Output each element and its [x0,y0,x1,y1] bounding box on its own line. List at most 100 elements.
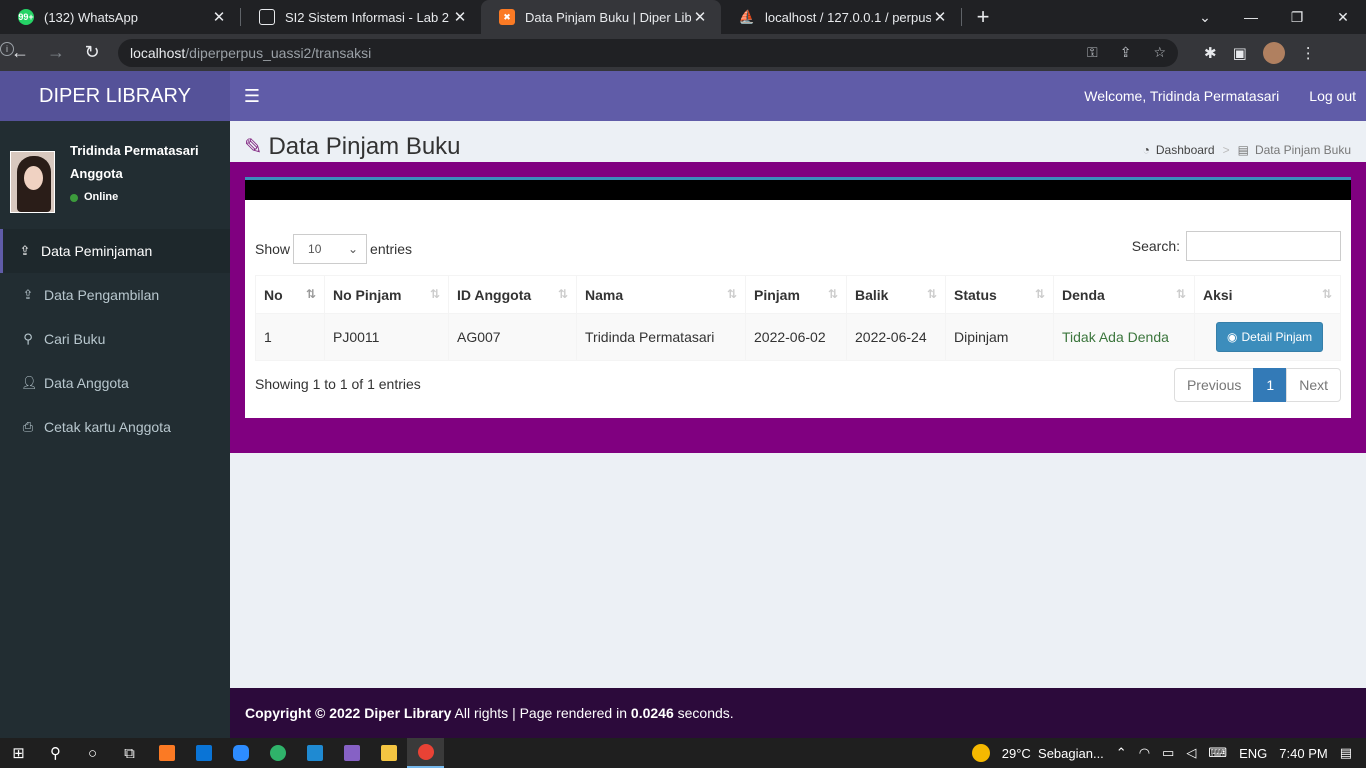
classroom-icon [259,9,275,25]
battery-icon[interactable]: ▭ [1162,745,1174,761]
sidebar-item-data-peminjaman[interactable]: ⇪ Data Peminjaman [0,229,230,273]
column-header-pinjam[interactable]: Pinjam ⇅ [745,275,847,314]
sidebar-item-label: Cari Buku [44,331,106,347]
cell-no: 1 [255,313,325,361]
chevron-up-icon[interactable]: ⌃ [1116,745,1127,761]
close-icon[interactable]: ✕ [931,8,949,26]
page-size-select[interactable]: 10 ⌄ [293,234,368,264]
logout-link[interactable]: Log out [1309,88,1356,104]
sidebar-item-data-pengambilan[interactable]: ⇪ Data Pengambilan [0,273,230,317]
extensions-icon[interactable]: ✱ [1204,44,1217,62]
new-tab-button[interactable]: + [968,0,998,34]
sidebar-item-data-anggota[interactable]: 👤︎ Data Anggota [0,361,230,405]
reload-button[interactable]: ↻ [76,37,108,69]
sidebar-menu: ⇪ Data Peminjaman ⇪ Data Pengambilan ⚲ C… [0,229,230,449]
volume-icon[interactable]: ◁ [1186,745,1196,761]
menu-dots-icon[interactable]: ⋮ [1301,44,1316,62]
key-icon[interactable]: ⚿ [1087,44,1098,61]
cell-pinjam: 2022-06-02 [745,313,847,361]
edit-icon: ✎ [244,134,263,159]
cortana-icon[interactable]: ○ [74,738,111,768]
column-header-no-pinjam[interactable]: No Pinjam ⇅ [324,275,449,314]
browser-tab-whatsapp[interactable]: 99+ (132) WhatsApp ✕ [0,0,240,34]
xampp-icon[interactable] [148,738,185,768]
welcome-text[interactable]: Welcome, Tridinda Permatasari [1084,88,1279,104]
dashboard-icon: ◔ [1142,143,1150,157]
table-header-row: No ⇅ No Pinjam ⇅ ID Anggota ⇅ Nama ⇅ Pinjam ⇅… [255,275,1341,314]
column-header-aksi[interactable]: Aksi ⇅ [1194,275,1341,314]
address-bar[interactable]: i localhost/diperperpus_uassi2/transaksi… [0,38,1178,67]
browser-tab-data-pinjam[interactable]: ✖ Data Pinjam Buku | Diper Library ✕ [481,0,721,34]
table-info: Showing 1 to 1 of 1 entries [255,376,421,392]
language-indicator[interactable]: ENG [1239,746,1267,761]
clock[interactable]: 7:40 PM [1279,746,1327,761]
mail-icon[interactable] [185,738,222,768]
task-view-icon[interactable]: ⧉ [111,738,148,768]
keyboard-icon[interactable]: ⌨ [1208,745,1227,761]
notification-icon[interactable]: ▤ [1340,745,1352,761]
sidebar: Tridinda Permatasari Anggota Online ⇪ Da… [0,121,230,738]
vscode-icon[interactable] [296,738,333,768]
weather-icon[interactable] [971,744,990,762]
sidebar-item-cetak-kartu[interactable]: ⎙ Cetak kartu Anggota [0,405,230,449]
close-icon[interactable]: ✕ [210,8,228,26]
side-panel-icon[interactable]: ▣ [1233,44,1247,62]
column-header-nama[interactable]: Nama ⇅ [576,275,746,314]
breadcrumb: ◔ Dashboard > ▤ Data Pinjam Buku [1143,143,1351,157]
cell-denda: Tidak Ada Denda [1053,313,1195,361]
zoom-icon[interactable] [222,738,259,768]
cell-status: Dipinjam [945,313,1054,361]
minimize-button[interactable]: — [1228,0,1274,34]
chevron-down-icon: ⌄ [347,242,359,256]
chrome-icon[interactable] [407,738,444,768]
sidebar-item-cari-buku[interactable]: ⚲ Cari Buku [0,317,230,361]
weather-text[interactable]: 29°C Sebagian... [1002,746,1104,761]
forward-button[interactable]: → [40,37,72,69]
file-explorer-icon[interactable] [370,738,407,768]
close-icon[interactable]: ✕ [451,8,469,26]
edge-icon[interactable] [259,738,296,768]
status-label: Online [84,191,119,203]
tab-search-icon[interactable]: ⌄ [1182,0,1228,34]
data-box: Show 10 ⌄ entries Search: No ⇅ No Pinjam ⇅… [245,177,1351,418]
sidebar-item-label: Data Pengambilan [44,287,160,303]
hamburger-menu-icon[interactable]: ☰ [230,86,274,107]
sort-icon: ⇅ [557,287,568,301]
next-button[interactable]: Next [1286,368,1341,402]
column-header-no[interactable]: No ⇅ [255,275,325,314]
bookmark-star-icon[interactable]: ☆ [1153,44,1166,61]
footer-rights: All rights | Page rendered in [451,705,631,721]
info-icon[interactable]: i [0,42,14,56]
browser-tab-phpmyadmin[interactable]: ⛵ localhost / 127.0.0.1 / perpus_si2 ✕ [721,0,961,34]
breadcrumb-dashboard[interactable]: Dashboard [1156,143,1215,157]
user-status: Online [70,186,199,209]
windows-start-icon[interactable]: ⊞ [0,738,37,768]
close-icon[interactable]: ✕ [691,8,709,26]
column-header-status[interactable]: Status ⇅ [945,275,1054,314]
visual-studio-icon[interactable] [333,738,370,768]
search-icon[interactable]: ⚲ [37,738,74,768]
wifi-icon[interactable]: ◠ [1139,745,1150,761]
share-icon[interactable]: ⇪ [1120,44,1132,61]
sort-icon: ⇅ [827,287,838,301]
detail-pinjam-label: Detail Pinjam [1241,330,1313,344]
user-name: Tridinda Permatasari [70,143,199,158]
maximize-button[interactable]: ❐ [1274,0,1320,34]
app-logo[interactable]: DIPER LIBRARY [0,71,230,121]
box-header [245,180,1351,200]
column-header-denda[interactable]: Denda ⇅ [1053,275,1195,314]
previous-button[interactable]: Previous [1173,368,1255,402]
show-entries: Show 10 ⌄ entries [255,234,412,264]
detail-pinjam-button[interactable]: ◉ Detail Pinjam [1216,322,1324,352]
browser-tab-lab2[interactable]: SI2 Sistem Informasi - Lab 2 ✕ [241,0,481,34]
url-host: localhost [130,44,186,61]
user-avatar [10,151,55,213]
column-header-id-anggota[interactable]: ID Anggota ⇅ [448,275,577,314]
profile-avatar[interactable] [1262,41,1285,64]
page-button-current[interactable]: 1 [1253,368,1288,402]
column-header-balik[interactable]: Balik ⇅ [846,275,946,314]
tab-title: (132) WhatsApp [44,9,138,25]
search-input[interactable] [1186,231,1341,261]
url-path: /diperperpus_uassi2/transaksi [185,44,372,61]
close-window-button[interactable]: ✕ [1320,0,1366,34]
